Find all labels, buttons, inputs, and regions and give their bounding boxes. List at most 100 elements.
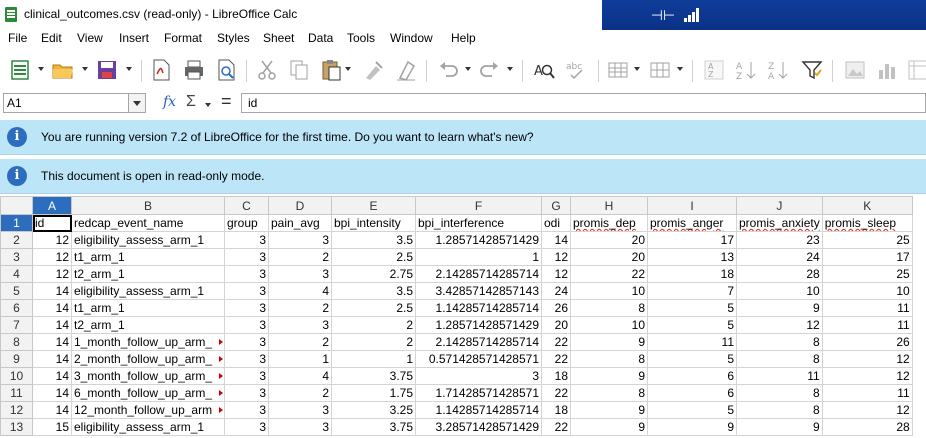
cell[interactable]: 3 [268, 418, 332, 436]
row-header[interactable]: 2 [0, 231, 33, 249]
cell[interactable]: 18 [541, 367, 571, 385]
cell[interactable]: 8 [736, 333, 823, 351]
cell[interactable]: 9 [736, 299, 823, 317]
header-cell[interactable]: id [32, 214, 72, 232]
cell[interactable]: 24 [541, 282, 571, 300]
cell[interactable]: 11 [736, 367, 823, 385]
cell[interactable]: 2 [331, 333, 416, 351]
cell[interactable]: 9 [570, 333, 648, 351]
row-header[interactable]: 8 [0, 333, 33, 351]
cell[interactable]: 22 [541, 418, 571, 436]
open-dropdown-icon[interactable] [82, 67, 88, 71]
cell[interactable]: 22 [541, 333, 571, 351]
header-cell[interactable]: promis_dep [570, 214, 648, 232]
cell[interactable]: 1_month_follow_up_arm_ [71, 333, 225, 351]
cell[interactable]: 14 [32, 299, 72, 317]
cell[interactable]: 12 [736, 316, 823, 334]
formula-input[interactable]: id [241, 93, 926, 113]
sort-descending-icon[interactable]: ZA [766, 58, 790, 82]
insert-pivot-table-icon[interactable] [906, 58, 926, 82]
paste-icon[interactable] [319, 58, 343, 82]
cell[interactable]: 3 [415, 367, 542, 385]
cell[interactable]: 14 [32, 384, 72, 402]
cell[interactable]: 4 [268, 282, 332, 300]
cell[interactable]: 11 [647, 333, 737, 351]
cell[interactable]: 6_month_follow_up_arm_ [71, 384, 225, 402]
cell[interactable]: 2_month_follow_up_arm_ [71, 350, 225, 368]
cell[interactable]: 11 [821, 299, 913, 317]
cell[interactable]: 2.75 [331, 265, 416, 283]
name-box-dropdown-icon[interactable] [128, 94, 145, 112]
cell[interactable]: 3.75 [331, 367, 416, 385]
cell[interactable]: 3.5 [331, 282, 416, 300]
cell[interactable]: 17 [821, 248, 913, 266]
row-header[interactable]: 10 [0, 367, 33, 385]
column-header-g[interactable]: G [541, 196, 571, 215]
row-header[interactable]: 5 [0, 282, 33, 300]
menu-format[interactable]: Format [164, 31, 202, 45]
cell[interactable]: eligibility_assess_arm_1 [71, 418, 225, 436]
cell[interactable]: 1 [415, 248, 542, 266]
print-icon[interactable] [182, 58, 206, 82]
undo-dropdown-icon[interactable] [465, 67, 471, 71]
cell[interactable]: 3 [224, 401, 269, 419]
cell[interactable]: 3.25 [331, 401, 416, 419]
select-all-corner[interactable] [0, 196, 33, 215]
redo-icon[interactable] [478, 58, 502, 82]
cell[interactable]: 12 [32, 231, 72, 249]
menu-tools[interactable]: Tools [347, 31, 375, 45]
column-header-i[interactable]: I [647, 196, 737, 215]
cell[interactable]: 7 [647, 282, 737, 300]
cell[interactable]: 14 [541, 231, 571, 249]
cell[interactable]: 3.5 [331, 231, 416, 249]
function-wizard-icon[interactable]: fx [163, 94, 176, 110]
cell[interactable]: 8 [570, 299, 648, 317]
cell[interactable]: 3.28571428571429 [415, 418, 542, 436]
cell[interactable]: 6 [647, 367, 737, 385]
cell[interactable]: 9 [570, 401, 648, 419]
cell[interactable]: 10 [570, 316, 648, 334]
new-dropdown-icon[interactable] [38, 67, 44, 71]
column-header-f[interactable]: F [415, 196, 542, 215]
export-pdf-icon[interactable] [149, 58, 173, 82]
menu-data[interactable]: Data [308, 31, 333, 45]
save-dropdown-icon[interactable] [126, 67, 132, 71]
cell[interactable]: 1.71428571428571 [415, 384, 542, 402]
cell[interactable]: 20 [570, 248, 648, 266]
cell[interactable]: eligibility_assess_arm_1 [71, 231, 225, 249]
row-header[interactable]: 12 [0, 401, 33, 419]
row-header[interactable]: 9 [0, 350, 33, 368]
cell[interactable]: 5 [647, 350, 737, 368]
cell[interactable]: 10 [821, 282, 913, 300]
cell[interactable]: 3 [268, 316, 332, 334]
cell[interactable]: 2.14285714285714 [415, 333, 542, 351]
column-icon[interactable] [648, 58, 672, 82]
cell[interactable]: 1.75 [331, 384, 416, 402]
paste-dropdown-icon[interactable] [345, 67, 351, 71]
print-preview-icon[interactable] [214, 58, 238, 82]
row-header[interactable]: 7 [0, 316, 33, 334]
column-header-a[interactable]: A [32, 196, 72, 215]
cell[interactable]: 6 [647, 384, 737, 402]
cell[interactable]: 3 [224, 350, 269, 368]
cell[interactable]: eligibility_assess_arm_1 [71, 282, 225, 300]
cell[interactable]: 3_month_follow_up_arm_ [71, 367, 225, 385]
undo-icon[interactable] [436, 58, 460, 82]
cell[interactable]: 3 [224, 384, 269, 402]
column-dropdown-icon[interactable] [677, 67, 683, 71]
formula-icon[interactable]: = [221, 91, 232, 112]
cell[interactable]: 12 [821, 401, 913, 419]
cell[interactable]: 14 [32, 350, 72, 368]
cell[interactable]: 5 [647, 401, 737, 419]
autofilter-icon[interactable] [800, 58, 824, 82]
cell[interactable]: 18 [541, 401, 571, 419]
column-header-h[interactable]: H [570, 196, 648, 215]
cell[interactable]: 3 [224, 418, 269, 436]
cell[interactable]: 11 [821, 316, 913, 334]
cell[interactable]: 3 [224, 367, 269, 385]
sum-dropdown-icon[interactable] [205, 103, 211, 107]
header-cell[interactable]: odi [541, 214, 571, 232]
clone-formatting-icon[interactable] [362, 58, 386, 82]
cell[interactable]: 25 [821, 231, 913, 249]
cell[interactable]: 3 [268, 401, 332, 419]
